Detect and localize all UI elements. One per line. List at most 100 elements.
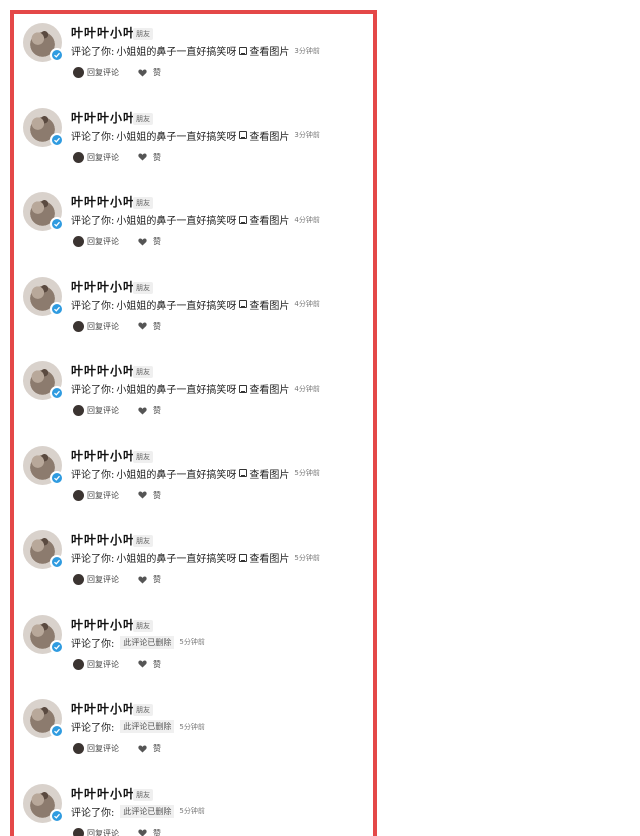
verified-badge-icon <box>50 302 64 316</box>
username[interactable]: 叶叶叶小叶 <box>71 278 136 295</box>
reply-avatar <box>73 659 84 670</box>
comment-quote: 此评论已删除 <box>120 805 174 818</box>
reply-comment-button[interactable]: 回复评论 <box>87 659 119 670</box>
username[interactable]: 叶叶叶小叶 <box>71 785 136 802</box>
notification-item[interactable]: 叶叶叶小叶 朋友 评论了你: 小姐姐的鼻子一直好搞笑呀 查看图片 4分钟前 回复… <box>14 187 373 271</box>
comment-prefix: 评论了你: <box>71 128 114 143</box>
image-icon[interactable] <box>239 131 247 139</box>
view-image-link[interactable]: 查看图片 <box>249 43 289 58</box>
heart-icon[interactable] <box>138 238 147 246</box>
view-image-link[interactable]: 查看图片 <box>249 381 289 396</box>
reply-comment-button[interactable]: 回复评论 <box>87 236 119 247</box>
notification-item[interactable]: 叶叶叶小叶 朋友 评论了你: 小姐姐的鼻子一直好搞笑呀 查看图片 3分钟前 回复… <box>14 18 373 102</box>
verified-badge-icon <box>50 48 64 62</box>
verified-badge-icon <box>50 555 64 569</box>
reply-avatar <box>73 574 84 585</box>
friend-tag: 朋友 <box>133 789 153 801</box>
notification-item[interactable]: 叶叶叶小叶 朋友 评论了你: 小姐姐的鼻子一直好搞笑呀 查看图片 4分钟前 回复… <box>14 356 373 440</box>
comment-prefix: 评论了你: <box>71 719 114 734</box>
verified-badge-icon <box>50 386 64 400</box>
like-button[interactable]: 赞 <box>153 490 161 501</box>
heart-icon[interactable] <box>138 322 147 330</box>
image-icon[interactable] <box>239 469 247 477</box>
reply-avatar <box>73 67 84 78</box>
heart-icon[interactable] <box>138 829 147 836</box>
view-image-link[interactable]: 查看图片 <box>249 466 289 481</box>
reply-avatar <box>73 321 84 332</box>
comment-line: 评论了你: 小姐姐的鼻子一直好搞笑呀 查看图片 4分钟前 <box>71 381 320 396</box>
reply-comment-button[interactable]: 回复评论 <box>87 828 119 836</box>
comment-prefix: 评论了你: <box>71 43 114 58</box>
notification-item[interactable]: 叶叶叶小叶 朋友 评论了你: 小姐姐的鼻子一直好搞笑呀 查看图片 5分钟前 回复… <box>14 441 373 525</box>
image-icon[interactable] <box>239 47 247 55</box>
username[interactable]: 叶叶叶小叶 <box>71 531 136 548</box>
notification-item[interactable]: 叶叶叶小叶 朋友 评论了你: 小姐姐的鼻子一直好搞笑呀 查看图片 4分钟前 回复… <box>14 272 373 356</box>
heart-icon[interactable] <box>138 576 147 584</box>
verified-badge-icon <box>50 640 64 654</box>
action-bar: 回复评论 赞 <box>73 321 161 332</box>
heart-icon[interactable] <box>138 407 147 415</box>
friend-tag: 朋友 <box>133 704 153 716</box>
comment-line: 评论了你: 小姐姐的鼻子一直好搞笑呀 查看图片 4分钟前 <box>71 297 320 312</box>
notification-item[interactable]: 叶叶叶小叶 朋友 评论了你: 此评论已删除 5分钟前 回复评论 赞 <box>14 779 373 836</box>
username[interactable]: 叶叶叶小叶 <box>71 700 136 717</box>
reply-comment-button[interactable]: 回复评论 <box>87 321 119 332</box>
notification-item[interactable]: 叶叶叶小叶 朋友 评论了你: 小姐姐的鼻子一直好搞笑呀 查看图片 5分钟前 回复… <box>14 525 373 609</box>
notification-item[interactable]: 叶叶叶小叶 朋友 评论了你: 小姐姐的鼻子一直好搞笑呀 查看图片 3分钟前 回复… <box>14 103 373 187</box>
like-button[interactable]: 赞 <box>153 236 161 247</box>
username[interactable]: 叶叶叶小叶 <box>71 447 136 464</box>
image-icon[interactable] <box>239 216 247 224</box>
username[interactable]: 叶叶叶小叶 <box>71 193 136 210</box>
reply-comment-button[interactable]: 回复评论 <box>87 574 119 585</box>
reply-comment-button[interactable]: 回复评论 <box>87 743 119 754</box>
comment-line: 评论了你: 小姐姐的鼻子一直好搞笑呀 查看图片 4分钟前 <box>71 212 320 227</box>
timestamp: 4分钟前 <box>294 384 319 394</box>
reply-comment-button[interactable]: 回复评论 <box>87 67 119 78</box>
image-icon[interactable] <box>239 554 247 562</box>
reply-avatar <box>73 152 84 163</box>
username[interactable]: 叶叶叶小叶 <box>71 362 136 379</box>
heart-icon[interactable] <box>138 491 147 499</box>
like-button[interactable]: 赞 <box>153 405 161 416</box>
friend-tag: 朋友 <box>133 451 153 463</box>
like-button[interactable]: 赞 <box>153 828 161 836</box>
heart-icon[interactable] <box>138 69 147 77</box>
like-button[interactable]: 赞 <box>153 743 161 754</box>
username[interactable]: 叶叶叶小叶 <box>71 616 136 633</box>
like-button[interactable]: 赞 <box>153 659 161 670</box>
comment-prefix: 评论了你: <box>71 297 114 312</box>
comment-quote: 小姐姐的鼻子一直好搞笑呀 <box>116 381 236 396</box>
reply-comment-button[interactable]: 回复评论 <box>87 152 119 163</box>
friend-tag: 朋友 <box>133 535 153 547</box>
reply-comment-button[interactable]: 回复评论 <box>87 490 119 501</box>
friend-tag: 朋友 <box>133 28 153 40</box>
view-image-link[interactable]: 查看图片 <box>249 550 289 565</box>
friend-tag: 朋友 <box>133 282 153 294</box>
action-bar: 回复评论 赞 <box>73 490 161 501</box>
notification-panel: 叶叶叶小叶 朋友 评论了你: 小姐姐的鼻子一直好搞笑呀 查看图片 3分钟前 回复… <box>10 10 377 836</box>
view-image-link[interactable]: 查看图片 <box>249 212 289 227</box>
username[interactable]: 叶叶叶小叶 <box>71 109 136 126</box>
image-icon[interactable] <box>239 300 247 308</box>
like-button[interactable]: 赞 <box>153 574 161 585</box>
username[interactable]: 叶叶叶小叶 <box>71 24 136 41</box>
heart-icon[interactable] <box>138 153 147 161</box>
friend-tag: 朋友 <box>133 366 153 378</box>
comment-line: 评论了你: 此评论已删除 5分钟前 <box>71 719 205 734</box>
like-button[interactable]: 赞 <box>153 321 161 332</box>
heart-icon[interactable] <box>138 745 147 753</box>
notification-item[interactable]: 叶叶叶小叶 朋友 评论了你: 此评论已删除 5分钟前 回复评论 赞 <box>14 610 373 694</box>
notification-item[interactable]: 叶叶叶小叶 朋友 评论了你: 此评论已删除 5分钟前 回复评论 赞 <box>14 694 373 778</box>
reply-avatar <box>73 490 84 501</box>
heart-icon[interactable] <box>138 660 147 668</box>
like-button[interactable]: 赞 <box>153 67 161 78</box>
reply-comment-button[interactable]: 回复评论 <box>87 405 119 416</box>
like-button[interactable]: 赞 <box>153 152 161 163</box>
image-icon[interactable] <box>239 385 247 393</box>
verified-badge-icon <box>50 724 64 738</box>
view-image-link[interactable]: 查看图片 <box>249 128 289 143</box>
comment-quote: 此评论已删除 <box>120 636 174 649</box>
comment-quote: 小姐姐的鼻子一直好搞笑呀 <box>116 297 236 312</box>
view-image-link[interactable]: 查看图片 <box>249 297 289 312</box>
timestamp: 5分钟前 <box>179 806 204 816</box>
